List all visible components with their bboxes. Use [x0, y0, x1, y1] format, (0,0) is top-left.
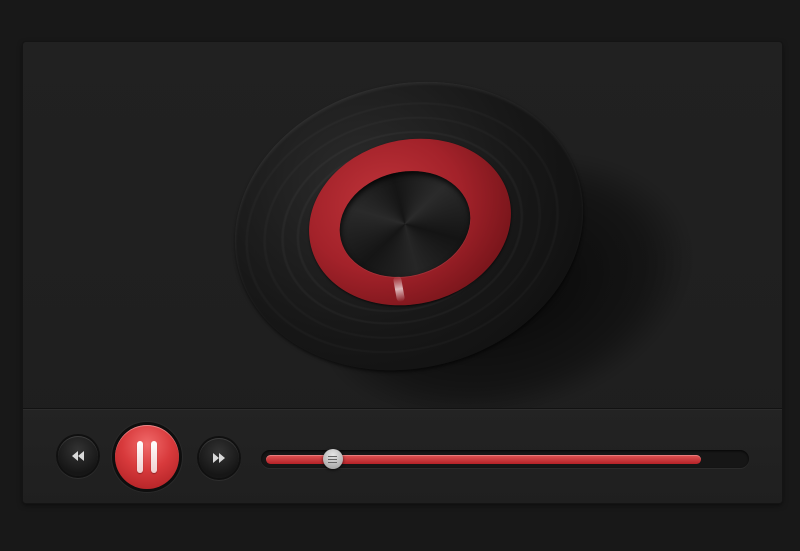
- fast-forward-button[interactable]: [199, 438, 239, 478]
- album-art-area: [23, 42, 782, 460]
- seek-thumb[interactable]: [322, 449, 343, 469]
- grip-icon: [328, 455, 338, 457]
- pause-icon: [137, 441, 143, 473]
- play-pause-button[interactable]: [115, 425, 179, 489]
- music-player: [23, 42, 782, 503]
- pause-icon-bar: [151, 441, 157, 473]
- controls-bar: [23, 408, 782, 503]
- fast-forward-icon: [213, 453, 225, 463]
- rewind-button[interactable]: [58, 436, 98, 476]
- seek-bar[interactable]: [261, 449, 749, 469]
- rewind-icon: [72, 451, 84, 461]
